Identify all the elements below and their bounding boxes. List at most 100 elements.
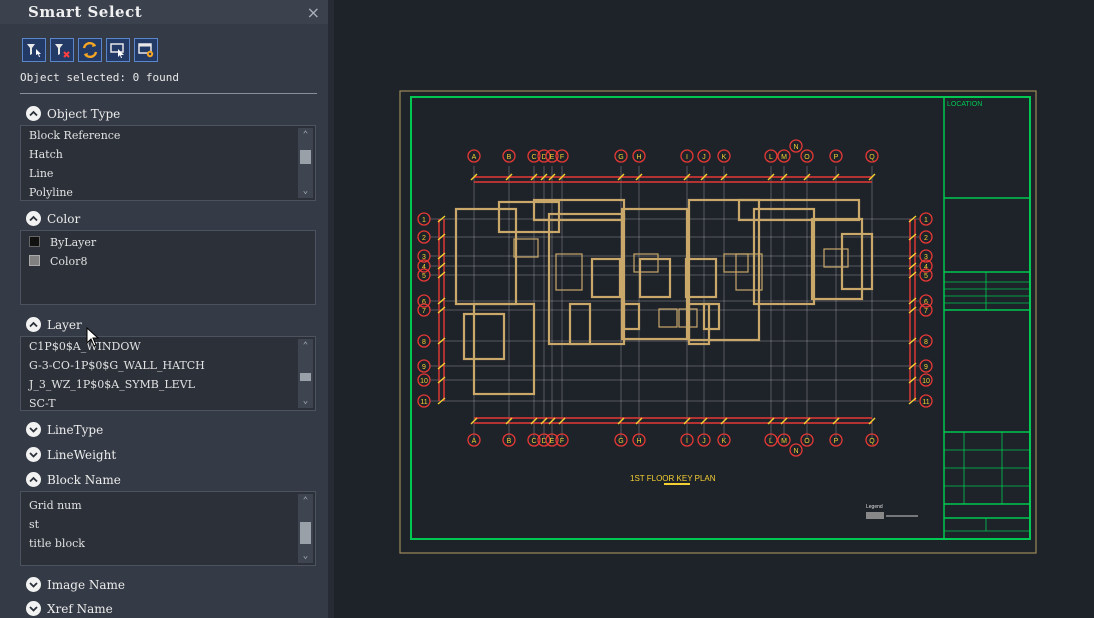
grid-bubble-left-label: 1 [422,217,426,224]
grid-bubble-bottom-label: P [834,438,839,445]
grid-bubble-top-label: C [531,154,536,161]
list-item[interactable]: Grid num [21,496,315,515]
room-detail [513,238,539,258]
section-block-name[interactable]: Block Name [26,472,121,487]
panel-title: Smart Select [28,3,143,21]
scroll-thumb[interactable] [300,150,311,164]
wall [840,232,874,291]
wall [462,312,506,361]
collapse-icon [26,317,41,332]
settings-icon [138,43,154,58]
list-item[interactable]: Line [21,164,315,183]
select-by-type-icon [27,44,41,57]
scroll-down-icon[interactable]: ⌄ [298,549,313,563]
grid-bubble-top-label: H [636,154,641,161]
list-item[interactable]: Polyline [21,183,315,200]
grid-bubble-left-label: 11 [420,399,427,406]
object-type-list[interactable]: Block Reference Hatch Line Polyline ⌃ ⌄ [20,125,316,201]
scrollbar[interactable]: ⌃ ⌄ [298,494,313,563]
list-item[interactable]: title block [21,534,315,553]
floor-plan-walls [454,198,874,396]
list-item[interactable]: SC-T [21,394,315,410]
section-lineweight[interactable]: LineWeight [26,447,116,462]
grid-bubble-right-label: 6 [924,299,928,306]
grid-bubble-bottom-label: B [507,438,512,445]
expand-icon [26,577,41,592]
select-objects-button[interactable] [106,38,130,62]
list-item[interactable]: C1P$0$A_WINDOW [21,337,315,356]
grid-bubble-right-label: 9 [924,364,928,371]
select-objects-icon [110,43,124,58]
list-item[interactable]: Color8 [21,252,315,271]
scroll-up-icon[interactable]: ⌃ [298,494,313,508]
grid-bubble-top-label: O [804,154,810,161]
scroll-thumb[interactable] [300,522,311,544]
wall [547,212,626,346]
grid-bubble-bottom-label: J [702,438,706,445]
expand-icon [26,601,41,616]
grid-bubble-top-label: I [686,154,688,161]
grid-bubble-right-label: 2 [924,235,928,242]
list-item[interactable]: ByLayer [21,233,315,252]
section-color[interactable]: Color [26,211,80,226]
grid-bubble-bottom-label: K [722,438,727,445]
list-item[interactable]: Hatch [21,145,315,164]
scrollbar[interactable]: ⌃ ⌄ [298,339,313,408]
grid-bubble-top-label: N [793,144,798,151]
color-label: Color8 [50,255,88,268]
scroll-up-icon[interactable]: ⌃ [298,339,313,353]
list-item[interactable]: G-3-CO-1P$0$G_WALL_HATCH [21,356,315,375]
grid-bubble-left-label: 6 [422,299,426,306]
grid-bubble-top-label: M [781,154,787,161]
section-linetype[interactable]: LineType [26,422,103,437]
section-image-name[interactable]: Image Name [26,577,125,592]
title-block-details [944,272,1030,532]
grid-bubble-left-label: 9 [422,364,426,371]
grid-bubble-top-label: J [702,154,706,161]
section-label: Color [47,211,81,226]
section-label: Image Name [47,577,126,592]
title-block [943,97,1030,539]
color-list[interactable]: ByLayer Color8 [20,230,316,305]
section-object-type[interactable]: Object Type [26,106,120,121]
grid-bubble-bottom-label: N [793,448,798,455]
grid-bubble-left-label: 2 [422,235,426,242]
list-item[interactable]: st [21,515,315,534]
scroll-down-icon[interactable]: ⌄ [298,184,313,198]
wall [454,207,518,306]
wall [684,257,718,299]
color-swatch [29,236,40,247]
layer-list[interactable]: C1P$0$A_WINDOW G-3-CO-1P$0$G_WALL_HATCH … [20,336,316,411]
room-detail [633,253,659,273]
grid-bubble-right-label: 5 [924,273,928,280]
wall [810,217,864,301]
close-icon[interactable]: × [307,3,320,22]
selection-status: Object selected: 0 found [20,71,179,84]
block-name-list[interactable]: Grid num st title block ⌃ ⌄ [20,491,316,566]
list-item[interactable]: Block Reference [21,126,315,145]
settings-button[interactable] [134,38,158,62]
scroll-thumb[interactable] [300,373,311,381]
section-xref-name[interactable]: Xref Name [26,601,113,616]
select-by-type-button[interactable] [22,38,46,62]
collapse-icon [26,211,41,226]
drawing-canvas[interactable]: LOCATION ABCDEFGHIJKLMNOPQABCDEFGHIJKLMN… [334,4,1094,618]
list-item[interactable]: J_3_WZ_1P$0$A_SYMB_LEVL [21,375,315,394]
grid-bubble-right-label: 11 [922,399,929,406]
scroll-down-icon[interactable]: ⌄ [298,394,313,408]
legend-label: Legend [866,504,883,510]
scroll-up-icon[interactable]: ⌃ [298,128,313,142]
cad-drawing[interactable]: LOCATION A B C D E F G H I J K L MNO P QA B C D E F G H I J K L MN… [334,4,1094,618]
section-layer[interactable]: Layer [26,317,82,332]
refresh-icon [82,41,98,59]
refresh-button[interactable] [78,38,102,62]
clear-selection-button[interactable] [50,38,74,62]
smart-select-toolbar [22,38,158,62]
mouse-cursor-icon [86,327,100,347]
grid-bubble-right-label: 7 [924,308,928,315]
grid-bubble-bottom-label: F [560,438,564,445]
grid-lines [429,166,919,439]
grid-bubble-top-label: E [550,154,555,161]
scrollbar[interactable]: ⌃ ⌄ [298,128,313,198]
grid-bubble-top-label: Q [869,154,875,161]
